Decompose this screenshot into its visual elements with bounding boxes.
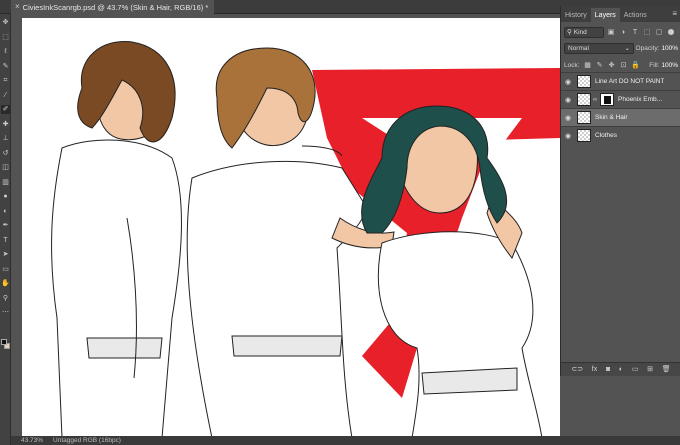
layer-name: Phoenix Emb...	[618, 96, 663, 103]
filter-icons: ▣ ◑ T ⬚ ▢	[607, 28, 663, 37]
panel-tab-bar: History Layers Actions	[561, 6, 680, 22]
eye-icon[interactable]: ◉	[561, 132, 575, 140]
more-tools-icon[interactable]: ⋯	[1, 308, 10, 317]
lock-artboard-icon[interactable]: ⊡	[620, 61, 628, 69]
figure-right	[361, 105, 543, 436]
blend-mode-select[interactable]: Normal ⌄	[564, 42, 634, 54]
filter-toggle-icon[interactable]	[668, 29, 674, 35]
lock-label: Lock:	[564, 61, 580, 69]
tab-actions[interactable]: Actions	[620, 8, 651, 22]
healing-tool-icon[interactable]: ✚	[1, 120, 10, 129]
delete-layer-icon[interactable]: 🗑	[662, 366, 671, 373]
document-tab[interactable]: × CiviesInkScanrgb.psd @ 43.7% (Skin & H…	[11, 0, 215, 14]
quick-select-tool-icon[interactable]: ✎	[1, 62, 10, 71]
clone-stamp-tool-icon[interactable]: ⊥	[1, 134, 10, 143]
layer-filter-row: ⚲ Kind ▣ ◑ T ⬚ ▢	[564, 26, 678, 38]
layer-mask-thumbnail[interactable]	[600, 93, 614, 106]
layer-row[interactable]: ◉ Clothes	[561, 126, 680, 144]
shape-filter-icon[interactable]: ⬚	[643, 28, 651, 37]
foreground-color-swatch[interactable]	[1, 339, 7, 345]
search-icon: ⚲	[567, 29, 572, 36]
rectangle-tool-icon[interactable]: ▭	[1, 265, 10, 274]
panel-menu-icon[interactable]: ≡	[672, 9, 677, 18]
lock-row: Lock: ▦ ✎ ✥ ⊡ 🔒 Fill: 100%	[564, 59, 678, 71]
fill-value[interactable]: 100%	[661, 62, 678, 69]
lasso-tool-icon[interactable]: ℓ	[1, 47, 10, 56]
new-layer-icon[interactable]: ⊞	[647, 366, 653, 373]
fill-control[interactable]: Fill: 100%	[649, 62, 678, 69]
zoom-level[interactable]: 43.73%	[21, 437, 43, 444]
type-tool-icon[interactable]: T	[1, 236, 10, 245]
layer-thumbnail	[577, 111, 591, 124]
mask-link-icon[interactable]: ∞	[592, 97, 598, 103]
dodge-tool-icon[interactable]: ◐	[1, 207, 10, 216]
adjustment-layer-icon[interactable]: ◐	[619, 366, 623, 373]
move-tool-icon[interactable]: ✥	[1, 18, 10, 27]
filter-kind-label: Kind	[573, 28, 587, 36]
layer-thumbnail	[577, 75, 591, 88]
fill-label: Fill:	[649, 61, 660, 69]
eye-icon[interactable]: ◉	[561, 114, 575, 122]
document-title: CiviesInkScanrgb.psd @ 43.7% (Skin & Hai…	[22, 2, 209, 12]
history-brush-tool-icon[interactable]: ↺	[1, 149, 10, 158]
opacity-control[interactable]: Opacity: 100%	[636, 45, 678, 52]
opacity-value[interactable]: 100%	[661, 45, 678, 52]
photoshop-window: × CiviesInkScanrgb.psd @ 43.7% (Skin & H…	[0, 0, 680, 445]
blend-row: Normal ⌄ Opacity: 100%	[564, 42, 678, 54]
gradient-tool-icon[interactable]: ▥	[1, 178, 10, 187]
blend-mode-value: Normal	[568, 44, 589, 52]
tab-history[interactable]: History	[561, 8, 591, 22]
layer-list: ◉ Line Art DO NOT PAINT ◉ ∞ Phoenix Emb... ◉ S…	[561, 72, 680, 144]
hand-tool-icon[interactable]: ✋	[1, 279, 10, 288]
layer-name: Clothes	[595, 132, 618, 139]
layer-row[interactable]: ◉ ∞ Phoenix Emb...	[561, 90, 680, 108]
blur-tool-icon[interactable]: ●	[1, 192, 10, 201]
path-select-tool-icon[interactable]: ➤	[1, 250, 10, 259]
lock-paint-icon[interactable]: ✎	[596, 61, 604, 69]
chevron-down-icon: ⌄	[624, 45, 630, 52]
lock-controls: Lock: ▦ ✎ ✥ ⊡ 🔒	[564, 61, 640, 69]
status-bar: 43.73% Untagged RGB (16bpc)	[11, 436, 680, 445]
marquee-tool-icon[interactable]: ⬚	[1, 33, 10, 42]
layer-row[interactable]: ◉ Line Art DO NOT PAINT	[561, 72, 680, 90]
eraser-tool-icon[interactable]: ◫	[1, 163, 10, 172]
link-layers-icon[interactable]: ⊂⊃	[571, 366, 583, 373]
layer-name: Line Art DO NOT PAINT	[595, 78, 665, 85]
layer-name: Skin & Hair	[595, 114, 628, 121]
filter-kind-select[interactable]: ⚲ Kind	[564, 26, 604, 38]
layers-panel: History Layers Actions ≡ ⚲ Kind ▣ ◑ T ⬚ ▢ Norm…	[560, 6, 680, 376]
adjustment-filter-icon[interactable]: ◑	[619, 28, 627, 37]
new-group-icon[interactable]: ▭	[632, 366, 639, 373]
pixel-filter-icon[interactable]: ▣	[607, 28, 615, 37]
layer-style-icon[interactable]: fx	[592, 366, 597, 373]
color-profile: Untagged RGB (16bpc)	[53, 437, 121, 444]
layer-thumbnail	[577, 129, 591, 142]
add-mask-icon[interactable]: ◙	[606, 366, 610, 373]
eye-icon[interactable]: ◉	[561, 78, 575, 86]
document-canvas[interactable]	[22, 18, 560, 436]
zoom-tool-icon[interactable]: ⚲	[1, 294, 10, 303]
layer-thumbnail	[577, 93, 591, 106]
layer-row[interactable]: ◉ Skin & Hair	[561, 108, 680, 126]
crop-tool-icon[interactable]: ⌗	[1, 76, 10, 85]
smart-object-filter-icon[interactable]: ▢	[655, 28, 663, 37]
artwork-illustration	[51, 41, 560, 436]
tab-layers[interactable]: Layers	[590, 8, 620, 22]
lock-position-icon[interactable]: ✥	[608, 61, 616, 69]
eye-icon[interactable]: ◉	[561, 96, 575, 104]
type-filter-icon[interactable]: T	[631, 28, 639, 37]
opacity-label: Opacity:	[635, 44, 660, 52]
brush-tool-icon[interactable]: ✐	[1, 105, 10, 114]
close-tab-icon[interactable]: ×	[15, 3, 20, 11]
eyedropper-tool-icon[interactable]: ⁄	[1, 91, 10, 100]
lock-transparent-icon[interactable]: ▦	[584, 61, 592, 69]
tools-panel: ✥ ⬚ ℓ ✎ ⌗ ⁄ ✐ ✚ ⊥ ↺ ◫ ▥ ● ◐ ✒ T ➤ ▭ ✋ ⚲ ⋯	[0, 14, 11, 445]
figure-left	[51, 41, 182, 436]
layers-panel-footer: ⊂⊃ fx ◙ ◐ ▭ ⊞ 🗑	[561, 362, 680, 376]
pen-tool-icon[interactable]: ✒	[1, 221, 10, 230]
color-swatches[interactable]	[1, 339, 10, 351]
lock-all-icon[interactable]: 🔒	[631, 61, 640, 69]
